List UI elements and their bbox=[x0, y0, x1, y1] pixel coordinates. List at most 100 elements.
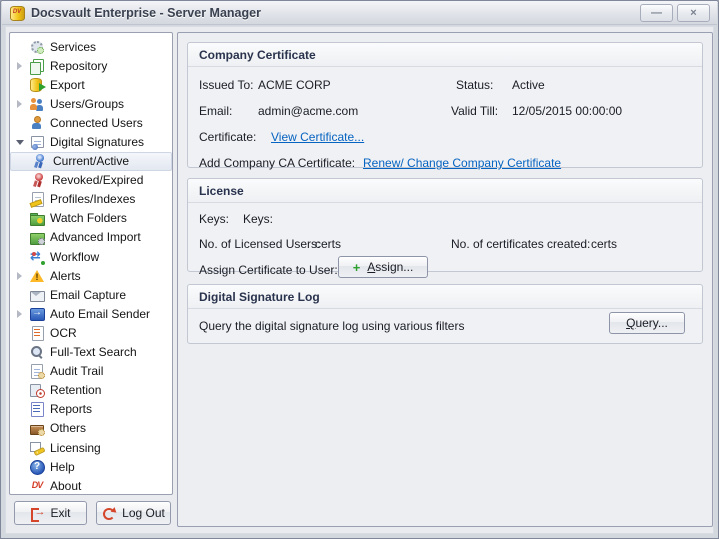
valid-till-value: 12/05/2015 00:00:00 bbox=[512, 104, 622, 118]
logout-button[interactable]: Log Out bbox=[96, 501, 171, 525]
expander-none bbox=[15, 328, 25, 338]
ribbon-red-icon bbox=[31, 172, 47, 188]
sidebar-item-advanced-import[interactable]: Advanced Import bbox=[10, 228, 172, 247]
expander-none bbox=[15, 347, 25, 357]
sidebar-item-full-text-search[interactable]: Full-Text Search bbox=[10, 343, 172, 362]
sidebar-item-current-active[interactable]: Current/Active bbox=[10, 152, 172, 171]
full-text-search-icon bbox=[29, 344, 45, 360]
add-ca-certificate-label: Add Company CA Certificate: bbox=[199, 156, 363, 170]
expander-none bbox=[15, 423, 25, 433]
profiles-indexes-icon bbox=[29, 191, 45, 207]
licensed-users-value: certs bbox=[315, 237, 341, 251]
email-value: admin@acme.com bbox=[258, 104, 358, 118]
sidebar-item-revoked-expired[interactable]: Revoked/Expired bbox=[10, 171, 172, 190]
sidebar-item-connected-users[interactable]: Connected Users bbox=[10, 113, 172, 132]
ribbon-blue-icon bbox=[32, 153, 48, 169]
expander-none bbox=[15, 213, 25, 223]
status-label: Status: bbox=[456, 78, 512, 92]
sidebar-item-export[interactable]: Export bbox=[10, 75, 172, 94]
email-capture-icon bbox=[29, 287, 45, 303]
expander-none bbox=[15, 404, 25, 414]
sidebar-item-about[interactable]: About bbox=[10, 476, 172, 495]
expander-collapsed-icon[interactable] bbox=[15, 99, 25, 109]
sidebar-item-alerts[interactable]: Alerts bbox=[10, 266, 172, 285]
sidebar-item-workflow[interactable]: Workflow bbox=[10, 247, 172, 266]
digital-signatures-icon bbox=[29, 134, 45, 150]
sidebar-item-watch-folders[interactable]: Watch Folders bbox=[10, 209, 172, 228]
sidebar-item-reports[interactable]: Reports bbox=[10, 400, 172, 419]
expander-collapsed-icon[interactable] bbox=[15, 61, 25, 71]
sidebar-item-repository[interactable]: Repository bbox=[10, 56, 172, 75]
expander-none bbox=[15, 232, 25, 242]
issued-to-value: ACME CORP bbox=[258, 78, 331, 92]
query-description: Query the digital signature log using va… bbox=[199, 319, 464, 333]
expander-collapsed-icon[interactable] bbox=[15, 309, 25, 319]
expander-none bbox=[15, 252, 25, 262]
sidebar-item-help[interactable]: Help bbox=[10, 457, 172, 476]
panel-title: Company Certificate bbox=[188, 43, 702, 67]
licensed-users-label: No. of Licensed Users: bbox=[199, 237, 315, 251]
app-window: Docsvault Enterprise - Server Manager — … bbox=[0, 0, 719, 539]
sidebar-item-services[interactable]: Services bbox=[10, 37, 172, 56]
workflow-icon bbox=[29, 249, 45, 265]
exit-button[interactable]: Exit bbox=[14, 501, 87, 525]
repository-icon bbox=[29, 58, 45, 74]
navigation-tree: Services Repository Export Users/Groups … bbox=[10, 33, 172, 495]
expander-none bbox=[15, 118, 25, 128]
advanced-import-icon bbox=[29, 229, 45, 245]
expander-collapsed-icon[interactable] bbox=[15, 271, 25, 281]
client-area: Services Repository Export Users/Groups … bbox=[5, 26, 714, 534]
others-icon bbox=[29, 420, 45, 436]
app-icon bbox=[9, 5, 25, 21]
renew-change-certificate-link[interactable]: Renew/ Change Company Certificate bbox=[363, 156, 561, 170]
sidebar: Services Repository Export Users/Groups … bbox=[9, 32, 173, 495]
sidebar-item-licensing[interactable]: Licensing bbox=[10, 438, 172, 457]
expander-none bbox=[15, 42, 25, 52]
expander-none bbox=[15, 80, 25, 90]
alerts-icon bbox=[29, 268, 45, 284]
export-icon bbox=[29, 77, 45, 93]
users-groups-icon bbox=[29, 96, 45, 112]
view-certificate-link[interactable]: View Certificate... bbox=[271, 130, 364, 144]
company-certificate-panel: Company Certificate Issued To: ACME CORP… bbox=[187, 42, 703, 168]
sidebar-item-audit-trail[interactable]: Audit Trail bbox=[10, 362, 172, 381]
services-icon bbox=[29, 39, 45, 55]
valid-till-label: Valid Till: bbox=[451, 104, 512, 118]
expander-none bbox=[15, 290, 25, 300]
sidebar-item-ocr[interactable]: OCR bbox=[10, 323, 172, 342]
minimize-button[interactable]: — bbox=[640, 4, 673, 22]
certificate-label: Certificate: bbox=[199, 130, 271, 144]
expander-none bbox=[15, 366, 25, 376]
assign-certificate-label: Assign Certificate to User: bbox=[199, 263, 349, 277]
query-button[interactable]: Query... bbox=[609, 312, 685, 334]
logout-icon bbox=[102, 506, 116, 520]
sidebar-item-auto-email-sender[interactable]: Auto Email Sender bbox=[10, 304, 172, 323]
sidebar-item-users-groups[interactable]: Users/Groups bbox=[10, 94, 172, 113]
email-label: Email: bbox=[199, 104, 258, 118]
assign-button[interactable]: + Assign... bbox=[338, 256, 428, 278]
sidebar-item-digital-signatures[interactable]: Digital Signatures bbox=[10, 132, 172, 151]
sidebar-item-profiles-indexes[interactable]: Profiles/Indexes bbox=[10, 190, 172, 209]
status-value: Active bbox=[512, 78, 545, 92]
help-icon bbox=[29, 459, 45, 475]
expander-expanded-icon[interactable] bbox=[15, 137, 25, 147]
close-button[interactable]: × bbox=[677, 4, 710, 22]
expander-none bbox=[15, 443, 25, 453]
window-title: Docsvault Enterprise - Server Manager bbox=[31, 6, 261, 20]
digital-signature-log-panel: Digital Signature Log Query the digital … bbox=[187, 284, 703, 344]
panel-title: License bbox=[188, 179, 702, 203]
sidebar-item-others[interactable]: Others bbox=[10, 419, 172, 438]
panel-title: Digital Signature Log bbox=[188, 285, 702, 309]
sidebar-item-email-capture[interactable]: Email Capture bbox=[10, 285, 172, 304]
expander-none bbox=[15, 194, 25, 204]
licensing-icon bbox=[29, 440, 45, 456]
connected-users-icon bbox=[29, 115, 45, 131]
reports-icon bbox=[29, 401, 45, 417]
sidebar-item-retention[interactable]: Retention bbox=[10, 381, 172, 400]
expander-none bbox=[15, 481, 25, 491]
auto-email-sender-icon bbox=[29, 306, 45, 322]
watch-folders-icon bbox=[29, 210, 45, 226]
certificates-created-value: certs bbox=[591, 237, 617, 251]
title-bar: Docsvault Enterprise - Server Manager — … bbox=[2, 1, 717, 25]
keys-value: Keys: bbox=[243, 212, 273, 226]
